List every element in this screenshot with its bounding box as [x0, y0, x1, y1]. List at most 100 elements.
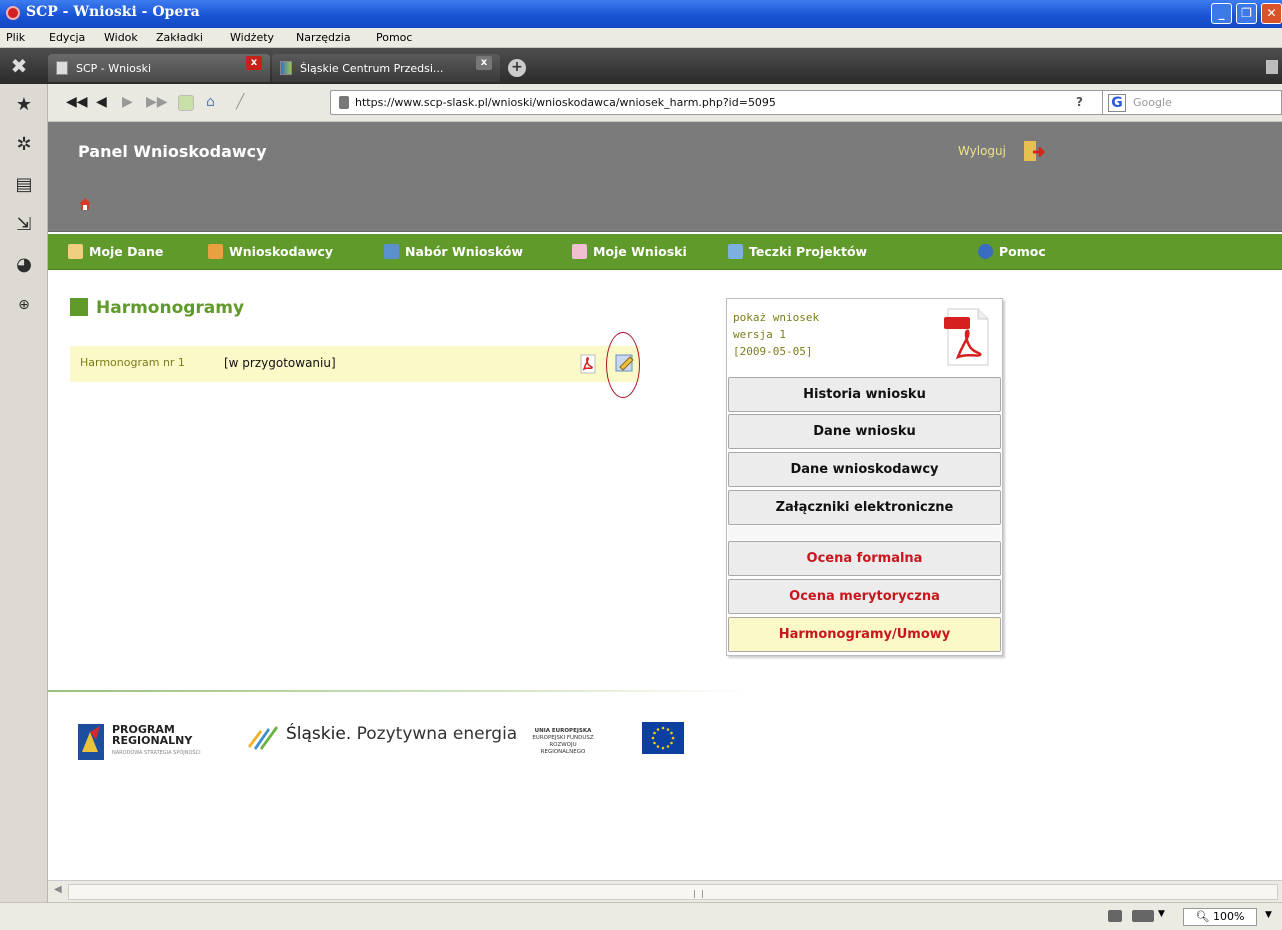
- menu-moje-dane[interactable]: Moje Dane: [68, 244, 163, 259]
- bookmarks-star-icon[interactable]: ★: [13, 94, 35, 116]
- wand-icon[interactable]: ╱: [236, 94, 244, 110]
- google-icon: G: [1108, 94, 1126, 112]
- logout-icon[interactable]: [1021, 139, 1047, 165]
- list-icon: [384, 244, 399, 259]
- menu-label: Wnioskodawcy: [229, 244, 334, 259]
- tab-label: Śląskie Centrum Przedsi...: [300, 62, 444, 75]
- reload-icon[interactable]: [178, 95, 194, 111]
- home-icon[interactable]: [78, 197, 92, 211]
- menu-pomoc[interactable]: Pomoc: [978, 244, 1046, 259]
- close-tab-icon[interactable]: x: [246, 56, 262, 70]
- date-text: [2009-05-05]: [733, 345, 813, 358]
- windows-icon[interactable]: ▤: [13, 174, 35, 196]
- menu-moje-wnioski[interactable]: Moje Wnioski: [572, 244, 687, 259]
- panel-separator: [728, 526, 1001, 540]
- highlight-circle: [606, 332, 640, 398]
- opera-logo-icon: [6, 6, 20, 20]
- program-regionalny-logo: [78, 724, 104, 760]
- panel-title: Panel Wnioskodawcy: [78, 142, 267, 161]
- version-text: wersja 1: [733, 328, 786, 341]
- page-content: Panel Wnioskodawcy Wyloguj Moje Dane Wni…: [48, 122, 1282, 880]
- menu-bar: Plik Edycja Widok Zakładki Widżety Narzę…: [0, 28, 1282, 48]
- menu-teczki-projektow[interactable]: Teczki Projektów: [728, 244, 867, 259]
- zalaczniki-button[interactable]: Załączniki elektroniczne: [728, 490, 1001, 525]
- menu-narzedzia[interactable]: Narzędzia: [296, 31, 351, 44]
- url-text: https://www.scp-slask.pl/wnioski/wniosko…: [355, 96, 776, 109]
- add-panel-icon[interactable]: ⊕: [13, 294, 35, 316]
- dane-wnioskodawcy-button[interactable]: Dane wnioskodawcy: [728, 452, 1001, 487]
- page-icon: [56, 61, 68, 75]
- favicon-icon: [280, 61, 292, 75]
- menu-edycja[interactable]: Edycja: [49, 31, 85, 44]
- logo-program-text: PROGRAM REGIONALNY: [112, 724, 192, 746]
- new-tab-button[interactable]: +: [508, 59, 526, 77]
- footer-divider: [48, 690, 748, 692]
- forward-icon[interactable]: ▶: [122, 94, 133, 110]
- eu-line1: UNIA EUROPEJSKA: [534, 728, 592, 734]
- back-icon[interactable]: ◀: [96, 94, 107, 110]
- menu-nabor-wnioskow[interactable]: Nabór Wniosków: [384, 244, 523, 259]
- slaskie-logo: [248, 726, 278, 750]
- zoom-value: 100%: [1213, 910, 1245, 923]
- transfers-icon[interactable]: ⇲: [13, 214, 35, 236]
- close-tab-icon[interactable]: x: [476, 56, 492, 70]
- widgets-gear-icon[interactable]: ✲: [13, 134, 35, 156]
- dane-wniosku-button[interactable]: Dane wniosku: [728, 414, 1001, 449]
- zoom-control[interactable]: 🔍︎ 100%: [1183, 908, 1257, 926]
- panel-sidebar: ★ ✲ ▤ ⇲ ◕ ⊕: [0, 84, 48, 930]
- scroll-thumb[interactable]: [68, 884, 1278, 900]
- slaskie-text: Śląskie. Pozytywna energia: [286, 724, 517, 744]
- search-box[interactable]: G Google: [1102, 90, 1282, 115]
- application-panel: pokaż wniosek wersja 1 [2009-05-05] Hist…: [726, 298, 1003, 656]
- status-bar: ▼ 🔍︎ 100% ▼: [0, 902, 1282, 930]
- ocena-merytoryczna-button[interactable]: Ocena merytoryczna: [728, 579, 1001, 614]
- application-info[interactable]: pokaż wniosek wersja 1 [2009-05-05]: [733, 309, 819, 360]
- logout-link[interactable]: Wyloguj: [958, 144, 1006, 158]
- tab-slaskie-centrum[interactable]: Śląskie Centrum Przedsi... x: [272, 54, 500, 82]
- fast-forward-icon[interactable]: ▶▶: [146, 94, 168, 110]
- maximize-button[interactable]: ❐: [1236, 3, 1257, 24]
- menu-plik[interactable]: Plik: [6, 31, 25, 44]
- network-icon[interactable]: [1108, 910, 1122, 922]
- scroll-left-icon[interactable]: ◀: [54, 884, 62, 895]
- harmonogramy-umowy-button[interactable]: Harmonogramy/Umowy: [728, 617, 1001, 652]
- tools-icon[interactable]: ✖: [8, 55, 30, 77]
- menu-widzety[interactable]: Widżety: [230, 31, 274, 44]
- help-icon[interactable]: ?: [1076, 95, 1083, 109]
- trash-icon[interactable]: [1266, 60, 1278, 74]
- footer-logos: PROGRAM REGIONALNY NARODOWA STRATEGIA SP…: [68, 718, 708, 774]
- page-info-icon: [339, 96, 349, 109]
- rewind-icon[interactable]: ◀◀: [66, 94, 88, 110]
- tab-scp-wnioski[interactable]: SCP - Wnioski x: [48, 54, 270, 82]
- person-icon: [208, 244, 223, 259]
- home-icon[interactable]: ⌂: [206, 94, 215, 110]
- edit-icon: [572, 244, 587, 259]
- minimize-button[interactable]: _: [1211, 3, 1232, 24]
- menu-wnioskodawcy[interactable]: Wnioskodawcy: [208, 244, 333, 259]
- harmonogram-link[interactable]: Harmonogram nr 1: [80, 356, 185, 369]
- show-application-link[interactable]: pokaż wniosek: [733, 309, 819, 326]
- menu-pomoc[interactable]: Pomoc: [376, 31, 412, 44]
- menu-label: Moje Wnioski: [593, 244, 687, 259]
- historia-wniosku-button[interactable]: Historia wniosku: [728, 377, 1001, 412]
- ocena-formalna-button[interactable]: Ocena formalna: [728, 541, 1001, 576]
- zoom-dropdown-icon[interactable]: ▼: [1265, 910, 1272, 920]
- title-bar: SCP - Wnioski - Opera _ ❐ ✕: [0, 0, 1282, 28]
- view-dropdown-icon[interactable]: ▼: [1158, 909, 1165, 919]
- folder-icon: [728, 244, 743, 259]
- help-icon: [978, 244, 993, 259]
- history-clock-icon[interactable]: ◕: [13, 254, 35, 276]
- close-window-button[interactable]: ✕: [1261, 3, 1282, 24]
- search-placeholder: Google: [1133, 96, 1172, 109]
- address-bar[interactable]: https://www.scp-slask.pl/wnioski/wniosko…: [330, 90, 1132, 115]
- pdf-icon[interactable]: [580, 354, 596, 374]
- menu-widok[interactable]: Widok: [104, 31, 138, 44]
- menu-label: Teczki Projektów: [749, 244, 868, 259]
- horizontal-scrollbar[interactable]: ◀: [48, 880, 1282, 902]
- pdf-document-icon[interactable]: [944, 307, 990, 367]
- main-menu: Moje Dane Wnioskodawcy Nabór Wniosków Mo…: [48, 234, 1282, 270]
- menu-zakladki[interactable]: Zakładki: [156, 31, 203, 44]
- view-icon[interactable]: [1132, 910, 1154, 922]
- harmonogram-row: Harmonogram nr 1 [w przygotowaniu]: [70, 346, 640, 382]
- tab-label: SCP - Wnioski: [76, 62, 152, 75]
